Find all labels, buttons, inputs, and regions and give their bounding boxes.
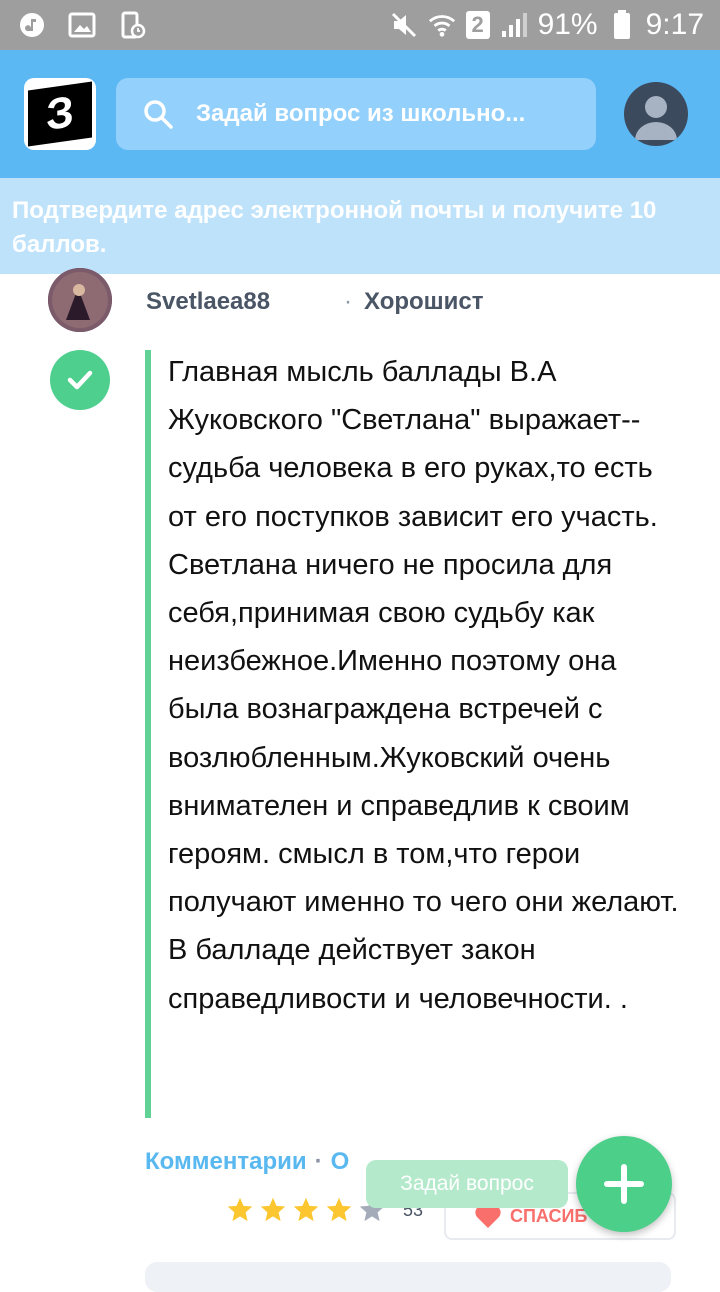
status-bar: 2 91% 9:17 (0, 0, 720, 50)
sim-number-badge: 2 (465, 11, 490, 39)
music-icon (18, 11, 46, 39)
author-separator: · (344, 288, 352, 315)
ask-question-fab[interactable] (576, 1136, 672, 1232)
answer-text: Главная мысль баллады В.А Жуковского "Св… (168, 356, 679, 1015)
actions-separator: · (314, 1148, 323, 1175)
answer-accent-border (145, 350, 151, 1118)
wifi-icon (428, 11, 456, 39)
battery-percent: 91% (537, 8, 598, 41)
author-avatar[interactable] (48, 268, 112, 332)
logo-letter: З (28, 81, 92, 147)
author-name[interactable]: Svetlaea88 (146, 288, 270, 316)
signal-icon (500, 11, 528, 39)
star-filled-icon[interactable] (226, 1196, 254, 1224)
image-icon (68, 11, 96, 39)
clock-time: 9:17 (645, 8, 704, 41)
comments-link[interactable]: Комментарии (145, 1148, 307, 1175)
star-filled-icon[interactable] (325, 1196, 353, 1224)
actions-partial-link[interactable]: О (331, 1148, 350, 1175)
ask-question-tooltip[interactable]: Задай вопрос (366, 1160, 568, 1208)
verified-check-icon (50, 350, 110, 410)
user-avatar[interactable] (624, 82, 688, 146)
email-confirm-banner[interactable]: Подтвердите адрес электронной почты и по… (0, 178, 720, 274)
battery-icon (608, 10, 636, 39)
answer-author-row: Svetlaea88 · Хорошист (48, 268, 688, 332)
star-filled-icon[interactable] (259, 1196, 287, 1224)
next-card (145, 1262, 671, 1292)
search-bar[interactable] (116, 78, 596, 150)
mute-icon (390, 11, 418, 39)
search-icon[interactable] (142, 98, 174, 130)
plus-icon (604, 1164, 644, 1204)
user-silhouette-icon (635, 96, 677, 140)
phone-clock-icon (118, 11, 146, 39)
author-rank: Хорошист (364, 288, 484, 315)
star-filled-icon[interactable] (292, 1196, 320, 1224)
app-header: З (0, 50, 720, 178)
thanks-label: СПАСИБ (510, 1205, 588, 1226)
search-input[interactable] (194, 99, 578, 129)
app-logo[interactable]: З (24, 78, 96, 150)
